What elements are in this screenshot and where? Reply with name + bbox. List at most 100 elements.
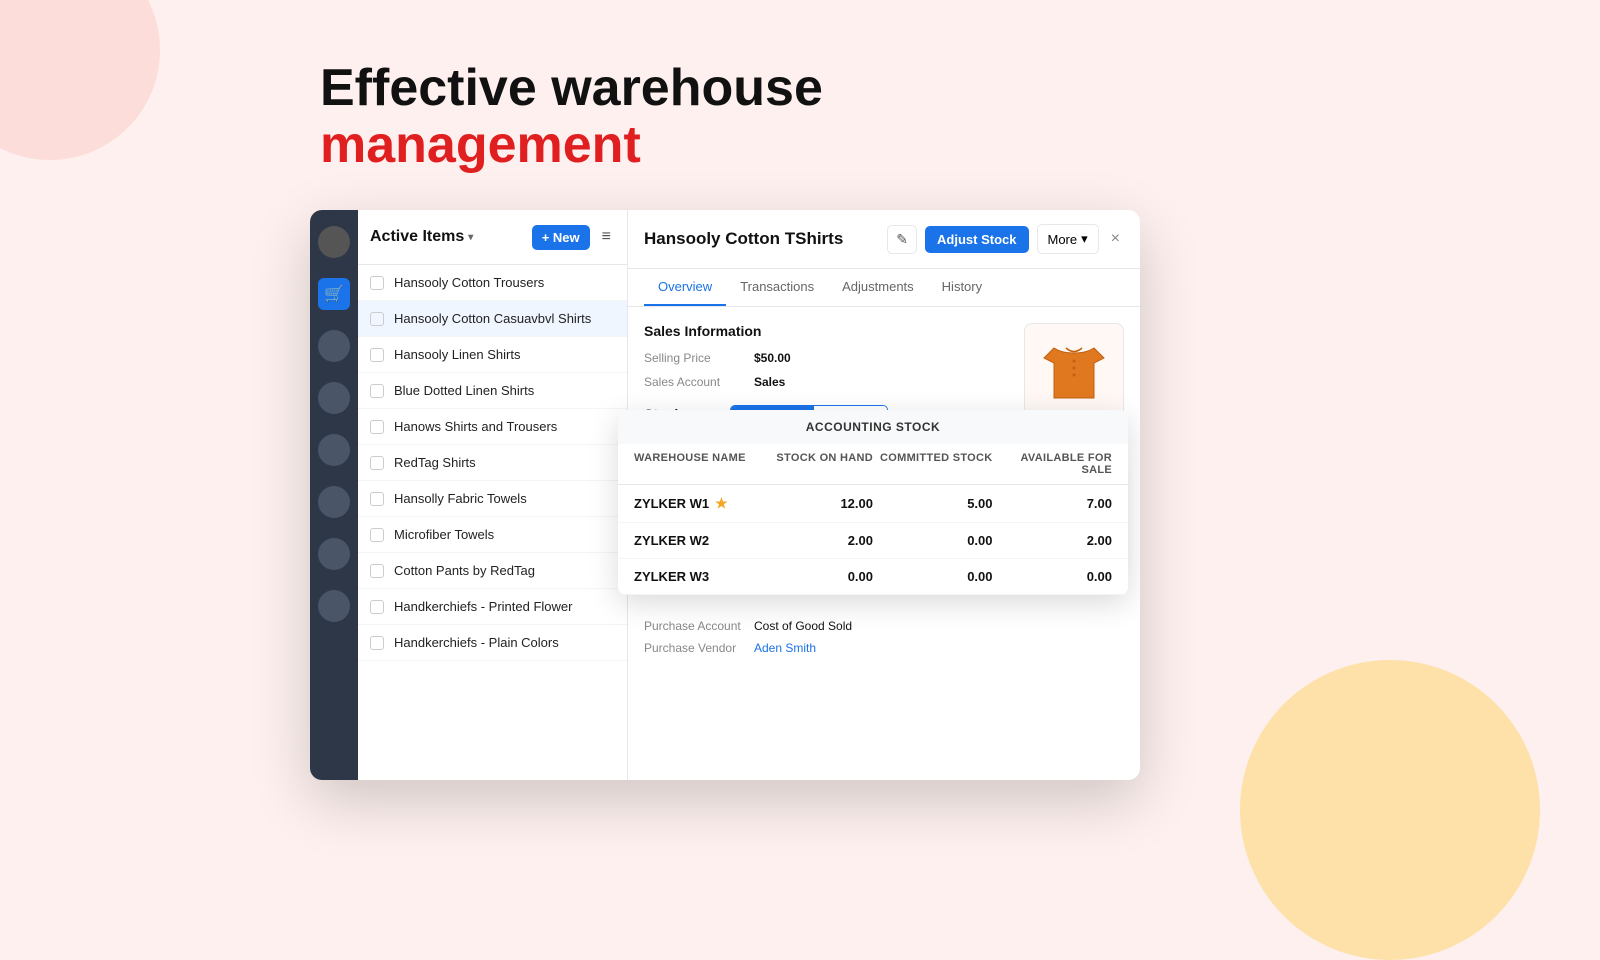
col-available: AVAILABLE FOR SALE (993, 452, 1113, 476)
item-checkbox[interactable] (370, 528, 384, 542)
hamburger-icon[interactable]: ≡ (598, 224, 615, 250)
warehouse-name: ZYLKER W1 ★ (634, 495, 754, 512)
more-chevron-icon: ▾ (1081, 231, 1088, 247)
cart-icon[interactable]: 🛒 (318, 278, 350, 310)
popup-subheader: WAREHOUSE NAME STOCK ON HAND COMMITTED S… (628, 444, 1128, 485)
bg-decoration-bottom-right (1240, 660, 1540, 960)
more-button[interactable]: More ▾ (1037, 224, 1099, 254)
sidebar-dot-1 (318, 330, 350, 362)
item-list-panel: Active Items ▾ + New ≡ Hansooly Cotton T… (358, 210, 628, 780)
item-checkbox[interactable] (370, 492, 384, 506)
detail-header: Hansooly Cotton TShirts ✎ Adjust Stock M… (628, 210, 1140, 269)
list-item[interactable]: Hansooly Cotton Casuavbvl Shirts (358, 301, 627, 337)
star-icon: ★ (715, 495, 728, 512)
committed-stock: 5.00 (873, 496, 993, 511)
list-item[interactable]: Handkerchiefs - Printed Flower (358, 589, 627, 625)
item-checkbox[interactable] (370, 600, 384, 614)
item-name: Handkerchiefs - Plain Colors (394, 635, 559, 650)
selling-price-row: Selling Price $50.00 (644, 351, 888, 365)
popup-rows: ZYLKER W1 ★ 12.00 5.00 7.00 ZYLKER W2 2.… (628, 485, 1128, 595)
item-checkbox[interactable] (370, 636, 384, 650)
tab-overview[interactable]: Overview (644, 269, 726, 306)
item-name: Hansooly Cotton Trousers (394, 275, 544, 290)
more-label: More (1048, 232, 1078, 247)
item-name: Blue Dotted Linen Shirts (394, 383, 534, 398)
detail-body: Sales Information Selling Price $50.00 S… (628, 307, 1140, 780)
close-button[interactable]: × (1107, 226, 1124, 252)
item-checkbox[interactable] (370, 348, 384, 362)
item-name: Hansolly Fabric Towels (394, 491, 527, 506)
sales-account-value: Sales (754, 375, 785, 389)
item-checkbox[interactable] (370, 384, 384, 398)
app-window: 🛒 Active Items ▾ + New ≡ Hansooly Cotton… (310, 210, 1140, 780)
committed-stock: 0.00 (873, 533, 993, 548)
item-name: Hansooly Linen Shirts (394, 347, 520, 362)
accounting-stock-title: ACCOUNTING STOCK (628, 410, 1128, 444)
active-items-label[interactable]: Active Items ▾ (370, 228, 473, 246)
stock-on-hand: 0.00 (754, 569, 874, 584)
item-checkbox[interactable] (370, 420, 384, 434)
list-item[interactable]: Hansooly Linen Shirts (358, 337, 627, 373)
item-name: Microfiber Towels (394, 527, 494, 542)
sidebar-dot-6 (318, 590, 350, 622)
hero-line1: Effective warehouse (320, 60, 823, 117)
item-checkbox[interactable] (370, 456, 384, 470)
warehouse-name: ZYLKER W3 (634, 569, 754, 584)
sidebar: 🛒 (310, 210, 358, 780)
tshirt-svg (1034, 333, 1114, 413)
purchase-account-row: Purchase Account Cost of Good Sold (644, 619, 888, 633)
tab-history[interactable]: History (928, 269, 996, 306)
detail-title: Hansooly Cotton TShirts (644, 229, 879, 249)
tab-transactions[interactable]: Transactions (726, 269, 828, 306)
purchase-vendor-row: Purchase Vendor Aden Smith (644, 641, 888, 655)
list-item[interactable]: Blue Dotted Linen Shirts (358, 373, 627, 409)
new-button[interactable]: + New (532, 225, 590, 250)
sales-account-row: Sales Account Sales (644, 375, 888, 389)
list-item[interactable]: Hansooly Cotton Trousers (358, 265, 627, 301)
item-checkbox[interactable] (370, 564, 384, 578)
tab-adjustments[interactable]: Adjustments (828, 269, 928, 306)
purchase-vendor-label: Purchase Vendor (644, 641, 754, 655)
list-item[interactable]: Cotton Pants by RedTag (358, 553, 627, 589)
item-name: RedTag Shirts (394, 455, 476, 470)
item-checkbox[interactable] (370, 312, 384, 326)
col-stock-on-hand: STOCK ON HAND (754, 452, 874, 476)
stock-on-hand: 12.00 (754, 496, 874, 511)
item-name: Hansooly Cotton Casuavbvl Shirts (394, 311, 591, 326)
purchase-account-value: Cost of Good Sold (754, 619, 852, 633)
warehouse-name: ZYLKER W2 (634, 533, 754, 548)
list-item[interactable]: Hanows Shirts and Trousers (358, 409, 627, 445)
detail-left: Sales Information Selling Price $50.00 S… (644, 323, 888, 764)
sidebar-dot-4 (318, 486, 350, 518)
sidebar-dot-3 (318, 434, 350, 466)
table-row: ZYLKER W3 0.00 0.00 0.00 (628, 559, 1128, 595)
list-item[interactable]: Handkerchiefs - Plain Colors (358, 625, 627, 661)
bg-decoration-top-left (0, 0, 160, 160)
list-item[interactable]: Hansolly Fabric Towels (358, 481, 627, 517)
available-for-sale: 0.00 (993, 569, 1113, 584)
hero-section: Effective warehouse management (320, 60, 823, 174)
list-item[interactable]: Microfiber Towels (358, 517, 627, 553)
available-for-sale: 7.00 (993, 496, 1113, 511)
sales-account-label: Sales Account (644, 375, 754, 389)
item-list-header: Active Items ▾ + New ≡ (358, 210, 627, 265)
detail-tabs: OverviewTransactionsAdjustmentsHistory (628, 269, 1140, 307)
col-committed: COMMITTED STOCK (873, 452, 993, 476)
item-name: Handkerchiefs - Printed Flower (394, 599, 572, 614)
adjust-stock-button[interactable]: Adjust Stock (925, 226, 1028, 253)
table-row: ZYLKER W2 2.00 0.00 2.00 (628, 523, 1128, 559)
sidebar-avatar (318, 226, 350, 258)
list-item[interactable]: RedTag Shirts (358, 445, 627, 481)
stock-on-hand: 2.00 (754, 533, 874, 548)
hero-line2: management (320, 117, 823, 174)
sidebar-dot-5 (318, 538, 350, 570)
purchase-account-label: Purchase Account (644, 619, 754, 633)
purchase-info: Purchase Account Cost of Good Sold Purch… (644, 619, 888, 655)
active-items-text: Active Items (370, 228, 464, 246)
product-image (1024, 323, 1124, 423)
item-checkbox[interactable] (370, 276, 384, 290)
purchase-vendor-link[interactable]: Aden Smith (754, 641, 816, 655)
committed-stock: 0.00 (873, 569, 993, 584)
sidebar-dot-2 (318, 382, 350, 414)
edit-icon-button[interactable]: ✎ (887, 225, 917, 254)
